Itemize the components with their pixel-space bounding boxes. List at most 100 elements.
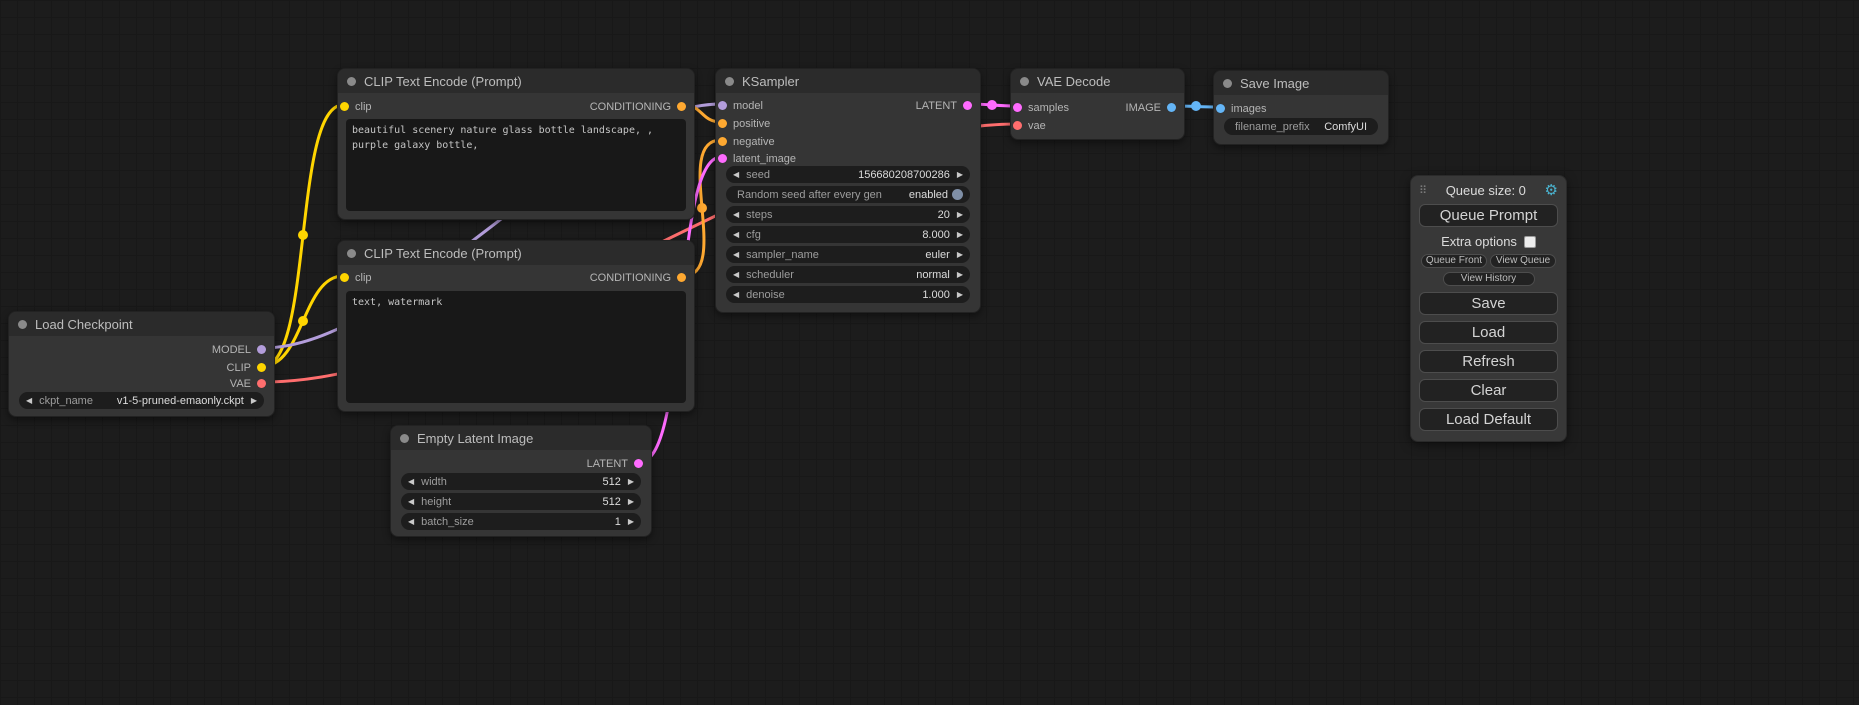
node-empty-latent-image[interactable]: Empty Latent Image LATENT ◀ width 512 ▶ … bbox=[390, 425, 652, 537]
node-title-bar[interactable]: Save Image bbox=[1214, 71, 1388, 95]
menu-header: ⠿ Queue size: 0 ⚙ bbox=[1419, 181, 1558, 199]
node-save-image[interactable]: Save Image images filename_prefix ComfyU… bbox=[1213, 70, 1389, 145]
input-port-images[interactable]: images bbox=[1214, 100, 1388, 117]
load-button[interactable]: Load bbox=[1419, 321, 1558, 344]
node-clip-text-encode-positive[interactable]: CLIP Text Encode (Prompt) clip CONDITION… bbox=[337, 68, 695, 220]
node-clip-text-encode-negative[interactable]: CLIP Text Encode (Prompt) clip CONDITION… bbox=[337, 240, 695, 412]
decrement-arrow-icon[interactable]: ◀ bbox=[26, 397, 32, 405]
model-port-dot[interactable] bbox=[257, 345, 266, 354]
widget-cfg[interactable]: ◀ cfg 8.000 ▶ bbox=[726, 226, 970, 243]
clear-button[interactable]: Clear bbox=[1419, 379, 1558, 402]
input-port-negative[interactable]: negative bbox=[716, 133, 980, 150]
decrement-arrow-icon[interactable]: ◀ bbox=[733, 171, 739, 179]
view-queue-button[interactable]: View Queue bbox=[1490, 254, 1556, 268]
output-port-latent[interactable]: LATENT bbox=[716, 97, 980, 114]
input-port-vae[interactable]: vae bbox=[1011, 117, 1184, 134]
collapse-dot-icon[interactable] bbox=[400, 434, 409, 443]
conditioning-port-dot[interactable] bbox=[677, 102, 686, 111]
collapse-dot-icon[interactable] bbox=[347, 77, 356, 86]
node-title-bar[interactable]: Load Checkpoint bbox=[9, 312, 274, 336]
decrement-arrow-icon[interactable]: ◀ bbox=[408, 478, 414, 486]
extra-options-checkbox[interactable] bbox=[1524, 236, 1536, 248]
view-history-button[interactable]: View History bbox=[1443, 272, 1535, 286]
widget-denoise[interactable]: ◀ denoise 1.000 ▶ bbox=[726, 286, 970, 303]
widget-scheduler[interactable]: ◀ scheduler normal ▶ bbox=[726, 266, 970, 283]
widget-sampler-name[interactable]: ◀ sampler_name euler ▶ bbox=[726, 246, 970, 263]
widget-seed[interactable]: ◀ seed 156680208700286 ▶ bbox=[726, 166, 970, 183]
increment-arrow-icon[interactable]: ▶ bbox=[957, 291, 963, 299]
toggle-knob-icon[interactable] bbox=[952, 189, 963, 200]
increment-arrow-icon[interactable]: ▶ bbox=[957, 171, 963, 179]
vae-port-dot[interactable] bbox=[1013, 121, 1022, 130]
increment-arrow-icon[interactable]: ▶ bbox=[251, 397, 257, 405]
widget-steps[interactable]: ◀ steps 20 ▶ bbox=[726, 206, 970, 223]
decrement-arrow-icon[interactable]: ◀ bbox=[733, 211, 739, 219]
decrement-arrow-icon[interactable]: ◀ bbox=[408, 498, 414, 506]
node-title-bar[interactable]: CLIP Text Encode (Prompt) bbox=[338, 241, 694, 265]
latent-port-dot[interactable] bbox=[718, 154, 727, 163]
increment-arrow-icon[interactable]: ▶ bbox=[628, 478, 634, 486]
extra-options-row: Extra options bbox=[1419, 234, 1558, 249]
load-default-button[interactable]: Load Default bbox=[1419, 408, 1558, 431]
output-port-latent[interactable]: LATENT bbox=[391, 455, 651, 472]
increment-arrow-icon[interactable]: ▶ bbox=[957, 231, 963, 239]
latent-port-dot[interactable] bbox=[963, 101, 972, 110]
input-port-latent-image[interactable]: latent_image bbox=[716, 150, 980, 167]
widget-width[interactable]: ◀ width 512 ▶ bbox=[401, 473, 641, 490]
link-midpoint-dot bbox=[298, 316, 308, 326]
decrement-arrow-icon[interactable]: ◀ bbox=[733, 291, 739, 299]
decrement-arrow-icon[interactable]: ◀ bbox=[733, 251, 739, 259]
increment-arrow-icon[interactable]: ▶ bbox=[957, 251, 963, 259]
drag-handle-icon[interactable]: ⠿ bbox=[1419, 184, 1427, 197]
collapse-dot-icon[interactable] bbox=[725, 77, 734, 86]
output-port-image[interactable]: IMAGE bbox=[1011, 99, 1184, 116]
output-port-model[interactable]: MODEL bbox=[9, 341, 274, 358]
refresh-button[interactable]: Refresh bbox=[1419, 350, 1558, 373]
widget-ckpt-name[interactable]: ◀ ckpt_name v1-5-pruned-emaonly.ckpt ▶ bbox=[19, 392, 264, 409]
output-port-conditioning[interactable]: CONDITIONING bbox=[338, 269, 694, 286]
conditioning-port-dot[interactable] bbox=[677, 273, 686, 282]
output-port-conditioning[interactable]: CONDITIONING bbox=[338, 98, 694, 115]
conditioning-port-dot[interactable] bbox=[718, 137, 727, 146]
collapse-dot-icon[interactable] bbox=[1020, 77, 1029, 86]
port-label: latent_image bbox=[733, 153, 796, 165]
widget-height[interactable]: ◀ height 512 ▶ bbox=[401, 493, 641, 510]
settings-gear-icon[interactable]: ⚙ bbox=[1545, 181, 1558, 199]
widget-random-seed[interactable]: Random seed after every gen enabled bbox=[726, 186, 970, 203]
node-vae-decode[interactable]: VAE Decode samples IMAGE vae bbox=[1010, 68, 1185, 140]
increment-arrow-icon[interactable]: ▶ bbox=[628, 498, 634, 506]
queue-prompt-button[interactable]: Queue Prompt bbox=[1419, 204, 1558, 227]
clip-port-dot[interactable] bbox=[257, 363, 266, 372]
widget-filename-prefix[interactable]: filename_prefix ComfyUI bbox=[1224, 118, 1378, 135]
vae-port-dot[interactable] bbox=[257, 379, 266, 388]
node-title-bar[interactable]: VAE Decode bbox=[1011, 69, 1184, 93]
node-ksampler[interactable]: KSampler model LATENT positive negative … bbox=[715, 68, 981, 313]
increment-arrow-icon[interactable]: ▶ bbox=[628, 518, 634, 526]
decrement-arrow-icon[interactable]: ◀ bbox=[408, 518, 414, 526]
increment-arrow-icon[interactable]: ▶ bbox=[957, 211, 963, 219]
save-button[interactable]: Save bbox=[1419, 292, 1558, 315]
comfyui-canvas[interactable]: { "colors": { "model": "#B39DDB", "clip"… bbox=[0, 0, 1859, 705]
port-label: CONDITIONING bbox=[590, 272, 671, 284]
collapse-dot-icon[interactable] bbox=[18, 320, 27, 329]
image-port-dot[interactable] bbox=[1216, 104, 1225, 113]
latent-port-dot[interactable] bbox=[634, 459, 643, 468]
collapse-dot-icon[interactable] bbox=[1223, 79, 1232, 88]
prompt-textarea[interactable]: text, watermark bbox=[346, 291, 686, 403]
collapse-dot-icon[interactable] bbox=[347, 249, 356, 258]
output-port-clip[interactable]: CLIP bbox=[9, 359, 274, 376]
image-port-dot[interactable] bbox=[1167, 103, 1176, 112]
output-port-vae[interactable]: VAE bbox=[9, 375, 274, 392]
input-port-positive[interactable]: positive bbox=[716, 115, 980, 132]
queue-front-button[interactable]: Queue Front bbox=[1421, 254, 1487, 268]
node-title-bar[interactable]: CLIP Text Encode (Prompt) bbox=[338, 69, 694, 93]
widget-batch-size[interactable]: ◀ batch_size 1 ▶ bbox=[401, 513, 641, 530]
prompt-textarea[interactable]: beautiful scenery nature glass bottle la… bbox=[346, 119, 686, 211]
decrement-arrow-icon[interactable]: ◀ bbox=[733, 271, 739, 279]
conditioning-port-dot[interactable] bbox=[718, 119, 727, 128]
increment-arrow-icon[interactable]: ▶ bbox=[957, 271, 963, 279]
decrement-arrow-icon[interactable]: ◀ bbox=[733, 231, 739, 239]
node-title-bar[interactable]: Empty Latent Image bbox=[391, 426, 651, 450]
node-load-checkpoint[interactable]: Load Checkpoint MODEL CLIP VAE ◀ ckpt_na… bbox=[8, 311, 275, 417]
node-title-bar[interactable]: KSampler bbox=[716, 69, 980, 93]
